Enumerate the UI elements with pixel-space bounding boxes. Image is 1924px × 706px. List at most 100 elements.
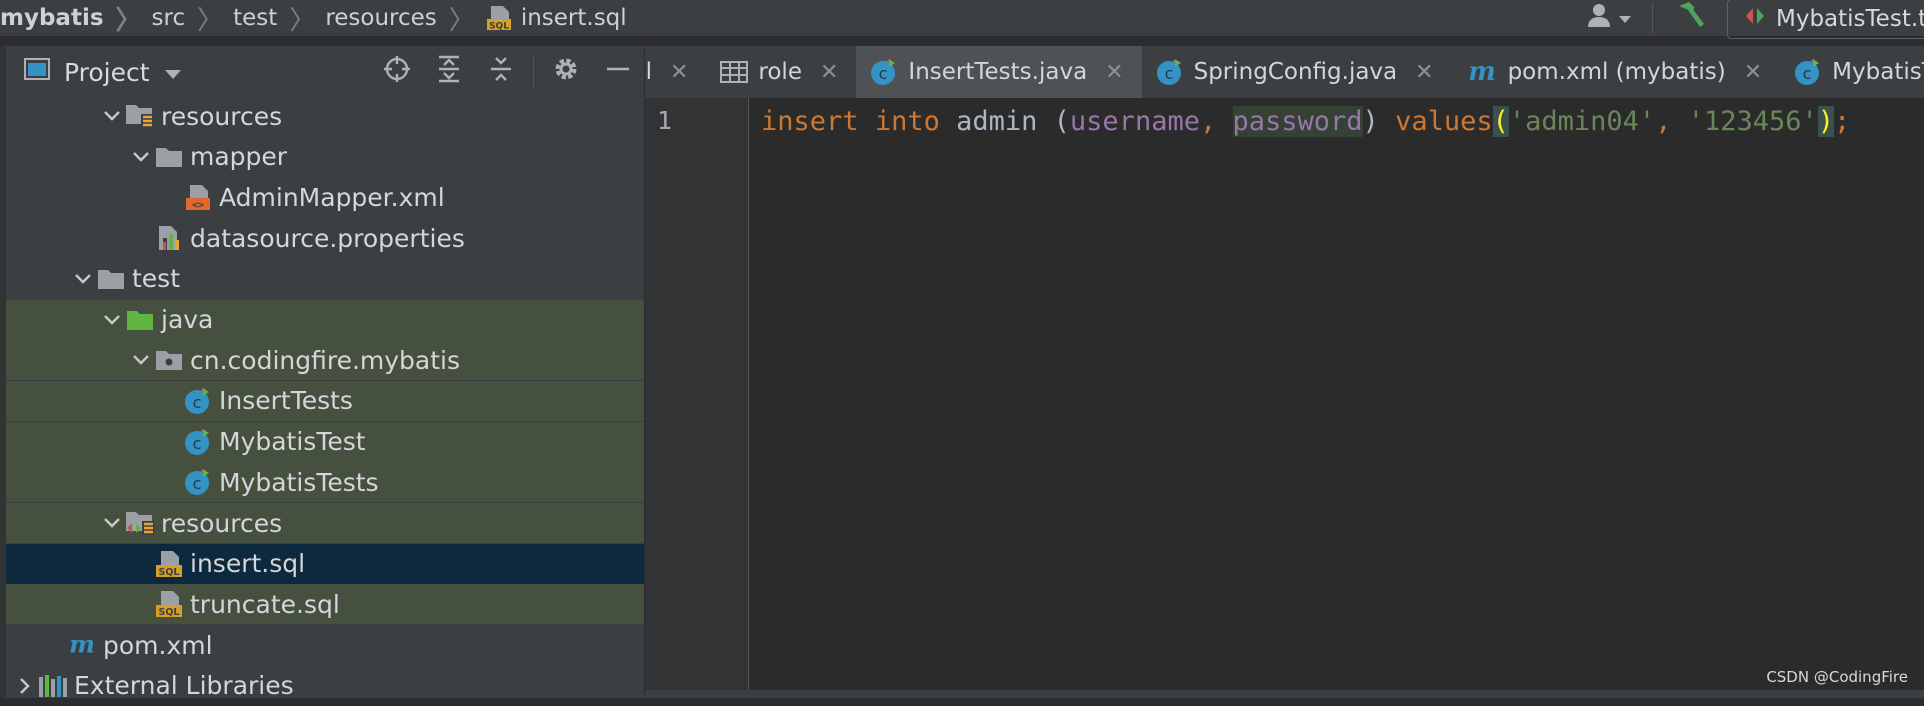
editor-tab[interactable]: m pom.xml (mybatis) ✕ (1452, 46, 1781, 98)
chevron-down-icon[interactable] (99, 314, 125, 326)
tree-item[interactable]: mapper (6, 137, 644, 177)
tree-item[interactable]: c InsertTests (6, 380, 644, 421)
sql-keyword: values (1395, 106, 1493, 137)
table-icon (720, 60, 749, 84)
sql-file-icon: SQL (485, 4, 513, 32)
breadcrumb-label: resources (325, 5, 437, 31)
tree-item-label: MybatisTest (219, 427, 366, 457)
svg-text:c: c (193, 393, 202, 412)
close-icon[interactable]: ✕ (820, 60, 838, 85)
chevron-down-icon (164, 58, 182, 87)
sql-keyword: insert (761, 106, 859, 137)
close-icon[interactable]: ✕ (1105, 60, 1123, 85)
paren: ) (1362, 106, 1379, 137)
tree-item[interactable]: datasource.properties (6, 218, 644, 258)
code-line[interactable]: insert into admin (username, password) v… (761, 106, 1850, 137)
svg-text:SQL: SQL (489, 22, 509, 32)
tree-item[interactable]: resources (6, 96, 644, 136)
chevron-down-icon[interactable] (99, 110, 125, 122)
tree-item[interactable]: <> AdminMapper.xml (6, 177, 644, 217)
tree-item-label: insert.sql (190, 549, 306, 579)
editor-tabs: nl ✕ role ✕ c InsertTests.java ✕ c SpringConfig.… (645, 46, 1924, 98)
folder-icon (154, 142, 184, 172)
test-resources-folder-icon (125, 508, 155, 538)
tree-item[interactable]: SQL truncate.sql (6, 584, 644, 625)
tree-item[interactable]: m pom.xml (6, 625, 644, 665)
class-icon: c (870, 58, 898, 86)
breadcrumb-test[interactable]: test 〉 (233, 0, 325, 36)
class-icon: c (1794, 58, 1822, 86)
build-button[interactable] (1653, 0, 1727, 36)
breadcrumb-label: mybatis (0, 5, 104, 31)
paren: ( (1053, 106, 1070, 137)
svg-text:c: c (1164, 64, 1173, 83)
gear-icon (552, 55, 580, 89)
project-view-selector[interactable]: Project (24, 57, 182, 87)
comma: , (1655, 106, 1672, 137)
tree-item-label: java (161, 305, 214, 334)
properties-file-icon (154, 223, 184, 253)
chevron-right-icon[interactable] (12, 677, 38, 695)
settings-button[interactable] (540, 55, 592, 89)
svg-text:c: c (879, 64, 888, 83)
svg-text:c: c (1803, 64, 1812, 83)
table-name: admin (956, 106, 1038, 137)
breadcrumb-separator: 〉 (448, 5, 475, 36)
tree-item-label: pom.xml (103, 630, 213, 660)
locate-file-button[interactable] (371, 55, 423, 89)
run-configuration-selector[interactable]: MybatisTest.te (1727, 0, 1924, 39)
tree-item[interactable]: cn.codingfire.mybatis (6, 340, 644, 381)
breadcrumb-label: src (151, 5, 186, 31)
tree-item-label: datasource.properties (190, 223, 465, 253)
editor-tab[interactable]: c InsertTests.java ✕ (856, 46, 1142, 98)
tree-item[interactable]: c MybatisTests (6, 462, 644, 503)
package-icon (154, 345, 184, 375)
run-config-label: MybatisTest.te (1776, 6, 1924, 32)
chevron-down-icon[interactable] (70, 273, 96, 285)
collapse-all-button[interactable] (475, 55, 527, 89)
maven-icon: m (67, 630, 97, 660)
column-name: username (1069, 106, 1200, 137)
expand-all-button[interactable] (423, 55, 475, 89)
breadcrumb-label: test (233, 5, 278, 31)
tree-item-label: cn.codingfire.mybatis (190, 345, 461, 375)
breadcrumb-project[interactable]: mybatis 〉 (0, 0, 152, 36)
code-editor[interactable]: 1 insert into admin (username, password)… (645, 98, 1924, 690)
close-icon[interactable]: ✕ (670, 60, 688, 85)
project-window-icon (24, 57, 50, 87)
svg-text:m: m (69, 631, 95, 659)
tree-item-label: resources (161, 508, 283, 538)
breadcrumb-separator: 〉 (289, 5, 316, 36)
editor-tab[interactable]: cMybatisTest.java✕ (1780, 46, 1924, 98)
chevron-down-icon[interactable] (128, 151, 154, 163)
tab-label: MybatisTest.java (1832, 59, 1924, 85)
tree-item[interactable]: c MybatisTest (6, 421, 644, 462)
editor-tab[interactable]: nl ✕ (645, 46, 706, 98)
breadcrumb-resources[interactable]: resources 〉 (325, 0, 484, 36)
maven-icon: m (1466, 58, 1498, 86)
tool-separator (533, 55, 534, 89)
chevron-down-icon[interactable] (128, 354, 154, 366)
close-icon[interactable]: ✕ (1415, 60, 1433, 85)
crosshair-icon (383, 55, 411, 89)
editor-tab[interactable]: c SpringConfig.java ✕ (1142, 46, 1452, 98)
editor-tab[interactable]: role ✕ (706, 46, 856, 98)
tree-item[interactable]: java (6, 299, 644, 340)
tree-item[interactable]: SQL insert.sql (6, 543, 644, 584)
hide-panel-button[interactable] (592, 56, 644, 88)
chevron-down-icon[interactable] (99, 517, 125, 529)
sql-file-icon: SQL (154, 589, 184, 619)
class-icon: c (183, 386, 213, 416)
tree-item[interactable]: External Libraries (6, 666, 644, 706)
svg-text:c: c (193, 434, 202, 453)
tree-item[interactable]: test (6, 259, 644, 299)
vcs-user-button[interactable] (1566, 2, 1652, 34)
tab-label: SpringConfig.java (1193, 59, 1398, 85)
tree-item[interactable]: resources (6, 503, 644, 543)
chevron-down-icon (1618, 5, 1632, 31)
breadcrumb-src[interactable]: src 〉 (152, 0, 234, 36)
breadcrumb-file[interactable]: SQL insert.sql (485, 0, 627, 36)
close-icon[interactable]: ✕ (1744, 60, 1762, 85)
project-panel: Project resources mapper <> AdminMapper.xml… (6, 46, 644, 700)
horizontal-scrollbar[interactable] (645, 690, 1924, 698)
